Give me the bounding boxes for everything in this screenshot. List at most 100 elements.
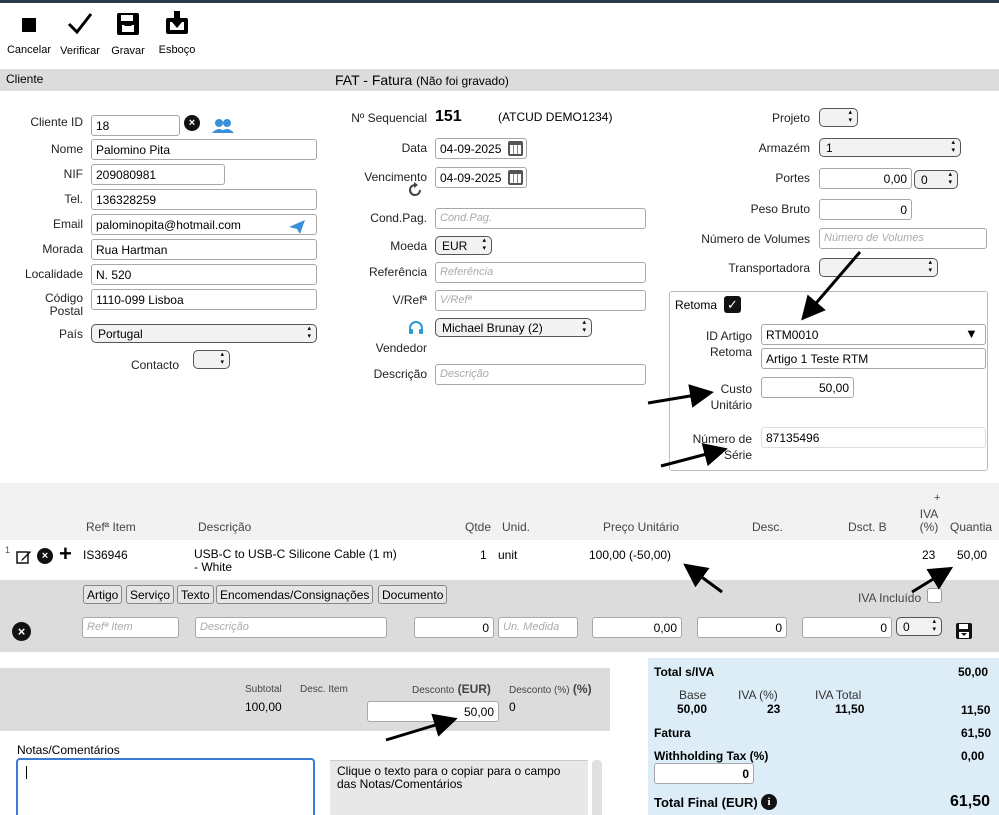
gross-weight-label: Peso Bruto <box>750 202 810 216</box>
send-email-icon[interactable] <box>288 219 306 235</box>
type-service-button[interactable]: Serviço <box>126 585 175 604</box>
currency-select[interactable]: EUR <box>435 236 492 255</box>
vref-field[interactable]: V/Refª <box>435 290 646 311</box>
clear-client-icon[interactable]: × <box>184 115 200 131</box>
row-vat: 23 <box>922 548 936 562</box>
vat-included-checkbox[interactable] <box>927 588 942 603</box>
address-label: Morada <box>42 242 83 256</box>
headset-icon <box>409 321 423 334</box>
info-icon[interactable]: i <box>761 794 777 810</box>
invoice-label: Fatura <box>654 726 691 740</box>
country-label: País <box>58 327 83 341</box>
col-vat-plus: + <box>934 492 941 504</box>
address-field[interactable]: Rua Hartman <box>91 239 317 260</box>
new-price-field[interactable]: 0,00 <box>592 617 682 638</box>
base-label: Base <box>679 688 707 702</box>
client-id-field[interactable]: 18 <box>91 115 180 136</box>
sequence-label: Nº Sequencial <box>351 111 427 125</box>
contact-label: Contacto <box>130 358 179 372</box>
postal-code-field[interactable]: 1110-099 Lisboa <box>91 289 317 310</box>
notes-label: Notas/Comentários <box>17 743 120 757</box>
col-total: Quantia <box>950 520 993 534</box>
save-button[interactable]: Gravar <box>108 10 148 60</box>
name-field[interactable]: Palomino Pita <box>91 139 317 160</box>
volumes-field[interactable]: Número de Volumes <box>819 228 987 249</box>
calendar-icon[interactable] <box>508 141 523 156</box>
discount-field[interactable]: 50,00 <box>367 701 499 722</box>
country-select[interactable]: Portugal <box>91 324 317 343</box>
sequence-value: 151 <box>435 108 462 125</box>
type-document-button[interactable]: Documento <box>378 585 448 604</box>
date-label: Data <box>401 141 427 155</box>
retoma-cost-label: Custo Unitário <box>710 382 752 412</box>
cancel-button[interactable]: Cancelar <box>5 10 53 60</box>
total-final-value: 61,50 <box>950 793 991 810</box>
discount-pct-label: Desconto (%) (%) <box>509 682 592 696</box>
col-vat: IVA (%) <box>919 507 939 534</box>
add-row-icon[interactable]: + <box>59 543 72 565</box>
totals-panel <box>648 658 999 815</box>
new-ref-field[interactable]: Refª Item <box>82 617 179 638</box>
currency-label: Moeda <box>390 239 427 253</box>
retoma-checkbox[interactable]: ✓ <box>724 296 741 313</box>
atcud-value: (ATCUD DEMO1234) <box>498 110 613 124</box>
contacts-icon[interactable] <box>211 118 235 134</box>
invoice-value: 61,50 <box>961 726 992 740</box>
project-select[interactable] <box>819 108 858 127</box>
discount-pct-value: 0 <box>509 700 516 714</box>
payment-terms-field[interactable]: Cond.Pag. <box>435 208 646 229</box>
delete-row-icon[interactable]: × <box>37 548 53 564</box>
clear-line-icon[interactable]: × <box>12 622 31 641</box>
row-index: 1 <box>5 545 11 555</box>
warehouse-select[interactable]: 1 <box>819 138 961 157</box>
col-discount-b: Dsct. B <box>848 520 887 534</box>
notes-caret <box>26 766 27 779</box>
withholding-field[interactable]: 0 <box>654 763 754 784</box>
retoma-article-description[interactable]: Artigo 1 Teste RTM <box>761 348 986 369</box>
draft-button[interactable]: Esboço <box>155 10 199 60</box>
retoma-article-dropdown-icon[interactable]: ▼ <box>965 326 978 341</box>
nif-field[interactable]: 209080981 <box>91 164 225 185</box>
type-text-button[interactable]: Texto <box>177 585 214 604</box>
save-line-icon[interactable] <box>955 622 973 640</box>
type-article-button[interactable]: Artigo <box>83 585 123 604</box>
carrier-select[interactable] <box>819 258 938 277</box>
contact-select[interactable] <box>193 350 230 369</box>
retoma-cost-field[interactable]: 50,00 <box>761 377 854 398</box>
vat-total-label: IVA Total <box>815 688 862 702</box>
withholding-value: 0,00 <box>961 749 985 763</box>
verify-button[interactable]: Verificar <box>58 10 102 60</box>
verify-label: Verificar <box>60 45 100 57</box>
description-field[interactable]: Descrição <box>435 364 646 385</box>
tel-field[interactable]: 136328259 <box>91 189 317 210</box>
row-total: 50,00 <box>957 548 988 562</box>
notes-textarea[interactable] <box>16 758 315 815</box>
vref-label: V/Refª <box>392 293 427 307</box>
row-ref: IS36946 <box>83 548 128 562</box>
new-desc-field[interactable]: Descrição <box>195 617 387 638</box>
locality-field[interactable]: N. 520 <box>91 264 317 285</box>
notes-hint[interactable]: Clique o texto para o copiar para o camp… <box>337 765 582 791</box>
vat-pct-label: IVA (%) <box>738 688 778 702</box>
new-discount-field[interactable]: 0 <box>697 617 787 638</box>
notes-scrollbar[interactable] <box>592 760 602 815</box>
shipping-vat-select[interactable]: 0 <box>914 170 958 189</box>
tel-label: Tel. <box>64 192 83 206</box>
edit-icon[interactable] <box>16 549 32 564</box>
new-qty-field[interactable]: 0 <box>414 617 494 638</box>
save-icon <box>117 13 139 35</box>
email-field[interactable]: palominopita@hotmail.com <box>91 214 317 235</box>
seller-select[interactable]: Michael Brunay (2) <box>435 318 592 337</box>
shipping-field[interactable]: 0,00 <box>819 168 912 189</box>
reference-field[interactable]: Referência <box>435 262 646 283</box>
type-orders-button[interactable]: Encomendas/Consignações <box>216 585 374 604</box>
retoma-article-field[interactable]: RTM0010 <box>761 324 986 345</box>
col-qty: Qtde <box>465 520 492 534</box>
new-discount-b-field[interactable]: 0 <box>802 617 892 638</box>
new-unit-field[interactable]: Un. Medida <box>498 617 578 638</box>
refresh-icon[interactable] <box>407 182 423 198</box>
new-vat-select[interactable]: 0 <box>896 617 942 636</box>
due-calendar-icon[interactable] <box>508 170 523 185</box>
retoma-serial-field[interactable]: 87135496 <box>761 427 986 448</box>
gross-weight-field[interactable]: 0 <box>819 199 912 220</box>
